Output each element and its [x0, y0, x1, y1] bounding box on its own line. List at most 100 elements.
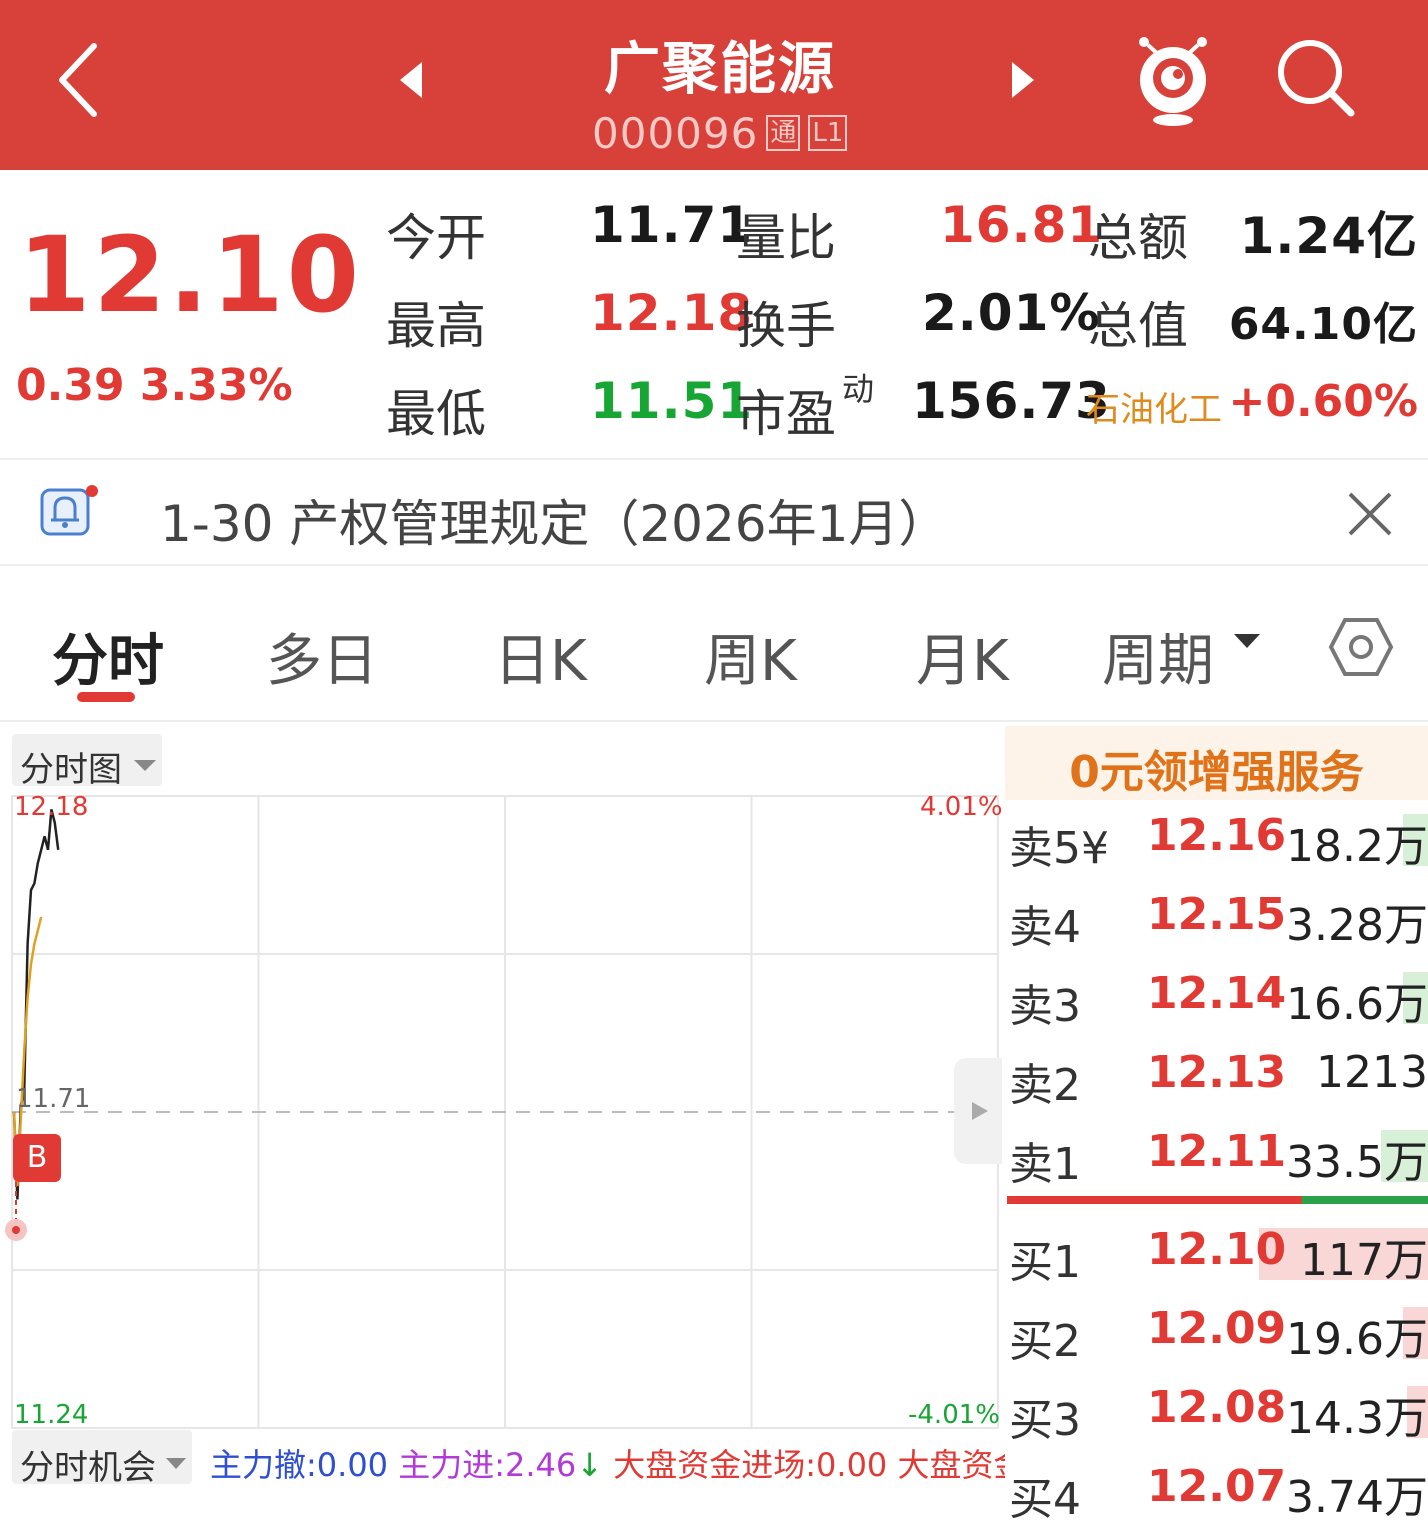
sell-level-volume: 16.6万 [1286, 979, 1428, 1030]
ticker-market-funds: 大盘资金 [897, 1446, 1005, 1484]
buy-level-label: 买3 [1009, 1395, 1081, 1446]
intraday-chart[interactable] [0, 792, 1005, 1432]
next-stock-icon[interactable] [1008, 60, 1038, 100]
opportunity-selector[interactable]: 分时机会 [12, 1430, 192, 1488]
buy-level-volume: 19.6万 [1286, 1314, 1428, 1365]
stat-label-volume-ratio: 量比 [736, 209, 836, 267]
promo-banner[interactable]: 0元领增强服务 [1005, 726, 1428, 800]
expand-arrow-icon [972, 1102, 988, 1120]
stat-value-pe: 156.73 [912, 372, 1111, 430]
bid-ask-ratio-green [1302, 1196, 1428, 1204]
sell-level-label: 卖4 [1009, 902, 1081, 953]
buy-level-label: 买1 [1009, 1237, 1081, 1288]
buy-level-1[interactable]: 买1 12.10 117万 [1005, 1216, 1428, 1294]
stat-value-volume-ratio: 16.81 [940, 196, 1104, 254]
stat-value-low: 11.51 [590, 372, 754, 430]
caret-down-icon [1233, 634, 1260, 648]
tab-intraday[interactable]: 分时 [52, 616, 164, 697]
stat-label-turnover-rate: 换手 [736, 297, 836, 355]
sell-level-price: 12.13 [1147, 1047, 1287, 1098]
sell-level-2[interactable]: 卖4 12.15 3.28万 [1005, 881, 1428, 959]
expand-orderbook-button[interactable] [954, 1058, 1002, 1164]
opportunity-label: 分时机会 [20, 1448, 156, 1488]
buy-level-4[interactable]: 买4 12.07 3.74万 [1005, 1453, 1428, 1531]
ticker-main-inflow: 主力进:2.46 [398, 1446, 577, 1484]
bell-icon [40, 485, 98, 536]
badge-tong: 通 [766, 115, 801, 151]
notice-text[interactable]: 1-30 产权管理规定（2026年1月） [160, 484, 948, 556]
y-max-label: 12.18 [14, 792, 89, 822]
stat-value-turnover-amount: 1.24亿 [1239, 207, 1418, 265]
buy-level-price: 12.08 [1147, 1382, 1287, 1433]
down-arrow-icon: ↓ [576, 1446, 604, 1484]
chart-type-selector[interactable]: 分时图 [12, 734, 162, 790]
settings-icon[interactable] [1328, 614, 1394, 680]
tab-day-k[interactable]: 日K [494, 616, 587, 697]
buy-level-volume: 117万 [1300, 1235, 1428, 1286]
intraday-chart-area: 分时图 12.18 4.01% 11.71 11.24 -4.01% B 分时机… [0, 722, 1005, 1488]
stat-value-market-cap: 64.10亿 [1228, 299, 1418, 350]
bid-ask-ratio-red [1007, 1196, 1302, 1204]
active-tab-indicator [77, 692, 135, 702]
chart-type-label: 分时图 [20, 750, 122, 790]
buy-marker[interactable]: B [13, 1134, 61, 1182]
stat-label-turnover-amount: 总额 [1088, 209, 1188, 267]
change-percent: 3.33% [139, 360, 293, 411]
sell-level-4[interactable]: 卖2 12.13 1213 [1005, 1039, 1428, 1117]
stat-label-low: 最低 [386, 385, 486, 443]
stat-label-high: 最高 [386, 297, 486, 355]
assistant-robot-icon[interactable] [1130, 32, 1216, 128]
capital-flow-ticker: 主力撤:0.00 主力进:2.46↓ 大盘资金进场:0.00 大盘资金 [210, 1440, 1005, 1484]
sell-level-price: 12.15 [1147, 889, 1287, 940]
sell-level-label: 卖5¥ [1009, 823, 1109, 874]
back-icon[interactable] [50, 40, 110, 120]
y-ref-label: 11.71 [16, 1084, 91, 1114]
chevron-down-icon [134, 760, 156, 771]
search-icon[interactable] [1274, 36, 1358, 120]
sector-name[interactable]: 石油化工 [1086, 382, 1222, 431]
stat-label-pe-superscript: 动 [842, 370, 875, 408]
top-bar: 广聚能源 000096 通 L1 [0, 0, 1428, 170]
tab-period[interactable]: 周期 [1102, 616, 1262, 697]
stock-name: 广聚能源 [604, 37, 836, 102]
sell-level-label: 卖1 [1009, 1139, 1081, 1190]
stat-label-open: 今开 [386, 209, 486, 267]
order-book: 0元领增强服务 卖5¥ 12.16 18.2万 卖4 12.15 3.28万 卖3 12.14… [1005, 722, 1428, 1525]
prev-stock-icon[interactable] [396, 60, 426, 100]
notice-bar[interactable]: 1-30 产权管理规定（2026年1月） [0, 458, 1428, 566]
last-price: 12.10 [18, 214, 362, 336]
sell-level-5[interactable]: 卖1 12.11 33.5万 [1005, 1118, 1428, 1196]
buy-level-price: 12.07 [1147, 1461, 1287, 1512]
stat-value-open: 11.71 [590, 196, 754, 254]
buy-level-label: 买4 [1009, 1474, 1081, 1525]
sell-level-1[interactable]: 卖5¥ 12.16 18.2万 [1005, 802, 1428, 880]
tab-multi-day[interactable]: 多日 [266, 616, 378, 697]
stat-label-pe: 市盈 [736, 385, 836, 443]
quote-panel: 12.10 0.39 3.33% 今开 11.71 量比 16.81 总额 1.… [0, 170, 1428, 458]
stat-value-high: 12.18 [590, 284, 754, 342]
chart-tabs: 分时 多日 日K 周K 月K 周期 [0, 566, 1428, 722]
promo-text: 0元领增强服务 [1069, 747, 1364, 798]
sell-level-3[interactable]: 卖3 12.14 16.6万 [1005, 960, 1428, 1038]
stock-code: 000096 [592, 108, 759, 158]
price-change: 0.39 3.33% [16, 360, 293, 411]
buy-marker-stem [5, 1182, 27, 1241]
buy-level-volume: 3.74万 [1286, 1472, 1428, 1523]
change-amount: 0.39 [16, 360, 125, 411]
tab-month-k[interactable]: 月K [916, 616, 1009, 697]
buy-level-3[interactable]: 买3 12.08 14.3万 [1005, 1374, 1428, 1452]
sell-level-price: 12.14 [1147, 968, 1287, 1019]
pct-min-label: -4.01% [908, 1400, 1000, 1430]
y-min-label: 11.24 [14, 1400, 89, 1430]
buy-level-2[interactable]: 买2 12.09 19.6万 [1005, 1295, 1428, 1373]
sell-level-label: 卖2 [1009, 1060, 1081, 1111]
close-icon[interactable] [1344, 488, 1396, 540]
sell-level-volume: 1213 [1316, 1047, 1428, 1098]
buy-level-price: 12.10 [1147, 1224, 1287, 1275]
tab-week-k[interactable]: 周K [704, 616, 797, 697]
stat-value-turnover-rate: 2.01% [922, 284, 1101, 342]
buy-level-volume: 14.3万 [1286, 1393, 1428, 1444]
sell-level-volume: 33.5万 [1286, 1137, 1428, 1188]
sell-level-label: 卖3 [1009, 981, 1081, 1032]
sell-level-price: 12.11 [1147, 1126, 1287, 1177]
